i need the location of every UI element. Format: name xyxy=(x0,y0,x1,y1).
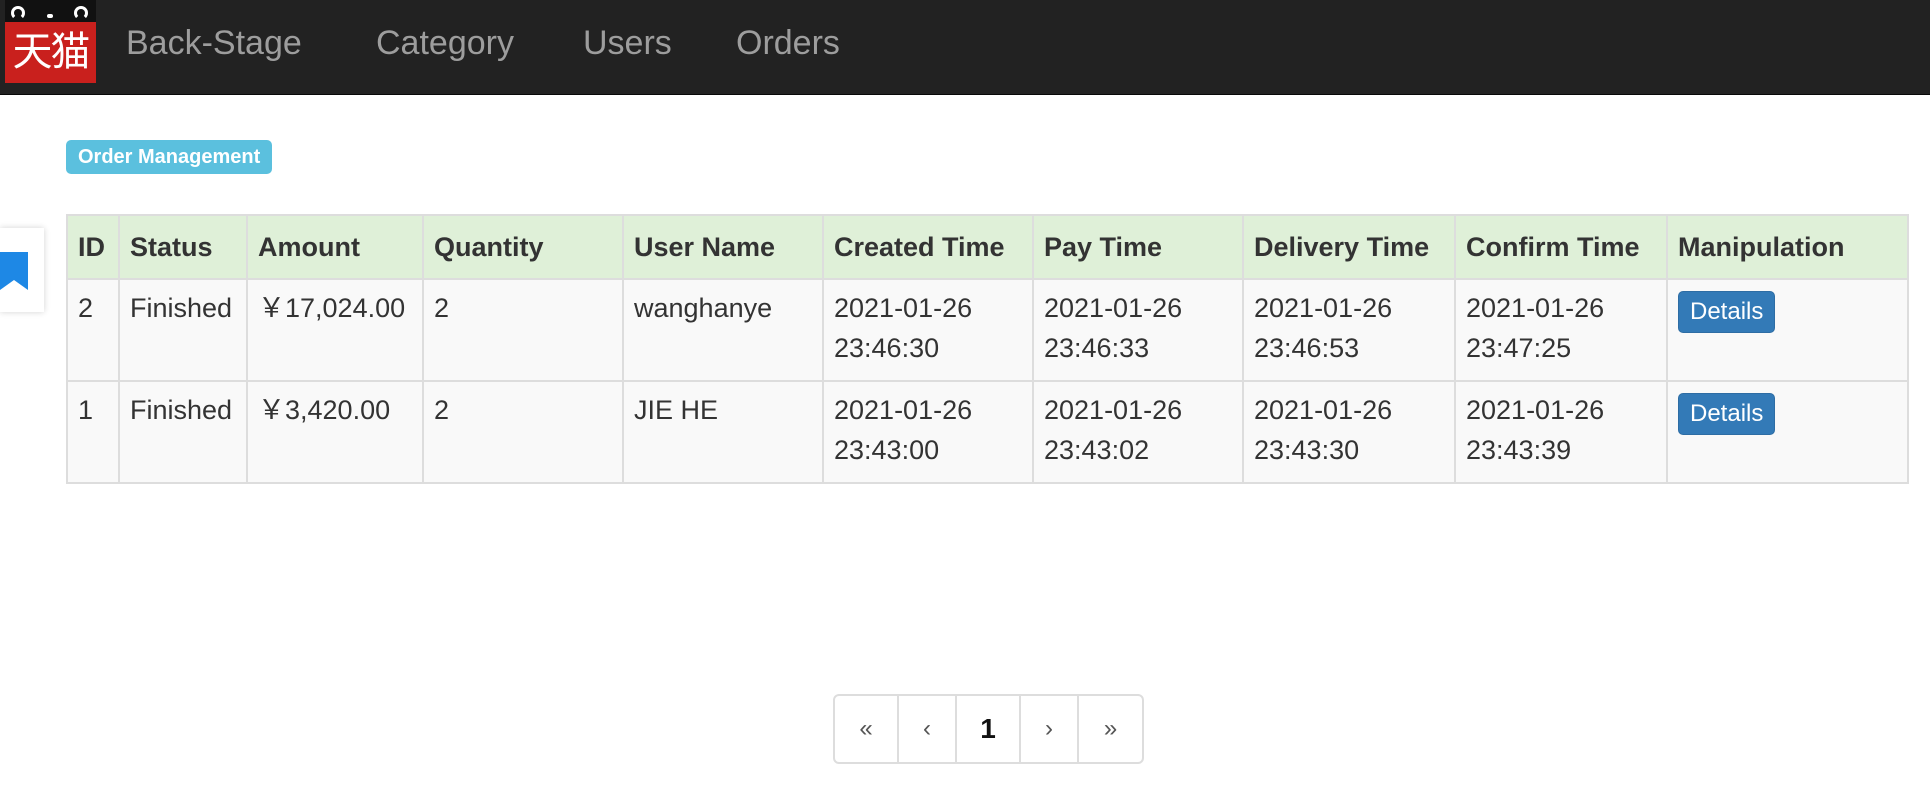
header-pay-time: Pay Time xyxy=(1032,214,1244,280)
cell-id: 2 xyxy=(66,278,120,382)
cell-confirm-time: 2021-01-26 23:47:25 xyxy=(1454,278,1668,382)
logo-text: 天猫 xyxy=(12,29,91,75)
logo-right-eye xyxy=(74,6,88,20)
cell-id: 1 xyxy=(66,380,120,484)
confirm-date: 2021-01-26 xyxy=(1466,293,1605,323)
bookmark-icon xyxy=(0,252,28,290)
cell-amount: ￥17,024.00 xyxy=(246,278,424,382)
next-page-button[interactable]: › xyxy=(1021,696,1079,762)
cell-quantity: 2 xyxy=(422,278,624,382)
header-id: ID xyxy=(66,214,120,280)
cell-user-name: wanghanye xyxy=(622,278,824,382)
cell-manipulation: Details xyxy=(1666,278,1909,382)
header-delivery-time: Delivery Time xyxy=(1242,214,1456,280)
confirm-clock: 23:47:25 xyxy=(1466,333,1572,363)
header-quantity: Quantity xyxy=(422,214,624,280)
header-confirm-time: Confirm Time xyxy=(1454,214,1668,280)
cell-pay-time: 2021-01-26 23:43:02 xyxy=(1032,380,1244,484)
pagination: « ‹ 1 › » xyxy=(833,694,1144,764)
details-button[interactable]: Details xyxy=(1678,393,1776,435)
cell-user-name: JIE HE xyxy=(622,380,824,484)
confirm-clock: 23:43:39 xyxy=(1466,435,1572,465)
details-button[interactable]: Details xyxy=(1678,291,1776,333)
created-clock: 23:43:00 xyxy=(834,435,940,465)
pay-clock: 23:46:33 xyxy=(1044,333,1150,363)
delivery-date: 2021-01-26 xyxy=(1254,293,1393,323)
cell-quantity: 2 xyxy=(422,380,624,484)
first-page-button[interactable]: « xyxy=(835,696,899,762)
header-user-name: User Name xyxy=(622,214,824,280)
table-header-row: ID Status Amount Quantity User Name Crea… xyxy=(66,214,1909,280)
nav-orders[interactable]: Orders xyxy=(736,0,840,86)
nav-category[interactable]: Category xyxy=(376,0,514,86)
cell-pay-time: 2021-01-26 23:46:33 xyxy=(1032,278,1244,382)
header-status: Status xyxy=(118,214,248,280)
cell-status: Finished xyxy=(118,380,248,484)
pay-date: 2021-01-26 xyxy=(1044,293,1183,323)
pay-clock: 23:43:02 xyxy=(1044,435,1150,465)
logo-nose xyxy=(47,14,53,18)
created-date: 2021-01-26 xyxy=(834,293,973,323)
table-row: 2 Finished ￥17,024.00 2 wanghanye 2021-0… xyxy=(66,278,1909,382)
delivery-date: 2021-01-26 xyxy=(1254,395,1393,425)
cell-status: Finished xyxy=(118,278,248,382)
created-clock: 23:46:30 xyxy=(834,333,940,363)
last-page-button[interactable]: » xyxy=(1079,696,1142,762)
delivery-clock: 23:46:53 xyxy=(1254,333,1360,363)
created-date: 2021-01-26 xyxy=(834,395,973,425)
header-manipulation: Manipulation xyxy=(1666,214,1909,280)
cell-delivery-time: 2021-01-26 23:46:53 xyxy=(1242,278,1456,382)
header-amount: Amount xyxy=(246,214,424,280)
cell-created-time: 2021-01-26 23:46:30 xyxy=(822,278,1034,382)
order-management-label: Order Management xyxy=(66,140,273,174)
bookmark-tab[interactable] xyxy=(0,228,44,312)
cell-delivery-time: 2021-01-26 23:43:30 xyxy=(1242,380,1456,484)
tmall-cat-logo[interactable]: 天猫 xyxy=(5,0,96,83)
cell-confirm-time: 2021-01-26 23:43:39 xyxy=(1454,380,1668,484)
confirm-date: 2021-01-26 xyxy=(1466,395,1605,425)
current-page-button[interactable]: 1 xyxy=(957,696,1021,762)
logo-left-eye xyxy=(11,6,25,20)
delivery-clock: 23:43:30 xyxy=(1254,435,1360,465)
logo-cat-ears xyxy=(5,0,96,22)
orders-table: ID Status Amount Quantity User Name Crea… xyxy=(66,214,1909,484)
cell-created-time: 2021-01-26 23:43:00 xyxy=(822,380,1034,484)
prev-page-button[interactable]: ‹ xyxy=(899,696,957,762)
pay-date: 2021-01-26 xyxy=(1044,395,1183,425)
nav-back-stage[interactable]: Back-Stage xyxy=(126,0,302,86)
nav-users[interactable]: Users xyxy=(583,0,672,86)
cell-amount: ￥3,420.00 xyxy=(246,380,424,484)
top-navbar: 天猫 Back-Stage Category Users Orders xyxy=(0,0,1930,95)
table-row: 1 Finished ￥3,420.00 2 JIE HE 2021-01-26… xyxy=(66,380,1909,484)
header-created-time: Created Time xyxy=(822,214,1034,280)
cell-manipulation: Details xyxy=(1666,380,1909,484)
